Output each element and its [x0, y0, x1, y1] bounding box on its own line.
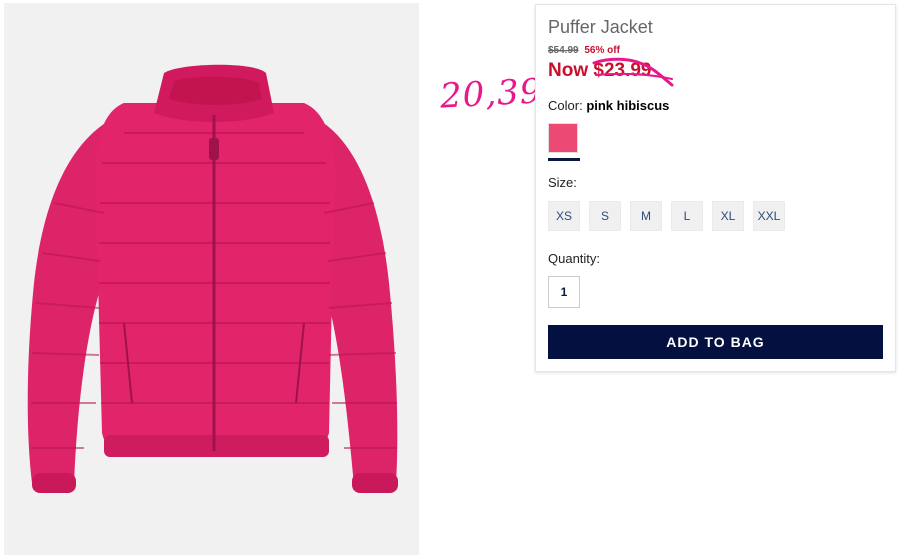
size-button-s[interactable]: S [589, 201, 621, 231]
size-selector: XS S M L XL XXL [548, 201, 785, 231]
sale-price: Now $23.99 [548, 60, 652, 81]
product-title: Puffer Jacket [548, 17, 653, 37]
size-button-xxl[interactable]: XXL [753, 201, 785, 231]
puffer-jacket-illustration [27, 64, 398, 493]
product-image [4, 3, 419, 555]
product-details-panel: Puffer Jacket $54.99 56% off Now $23.99 … [535, 4, 896, 372]
price-line: $54.99 56% off [548, 45, 620, 56]
size-label: Size: [548, 175, 577, 190]
discount-badge: 56% off [584, 45, 620, 56]
size-button-m[interactable]: M [630, 201, 662, 231]
selected-swatch-indicator [548, 158, 580, 161]
add-to-bag-button[interactable]: ADD TO BAG [548, 325, 883, 359]
quantity-input[interactable]: 1 [548, 276, 580, 308]
product-page: 20,39 Puffer Jacket $54.99 56% off Now $… [0, 0, 901, 557]
handwritten-price-annotation: 20,39 [439, 71, 544, 117]
quantity-label: Quantity: [548, 251, 601, 266]
size-button-xs[interactable]: XS [548, 201, 580, 231]
color-swatch-pink-hibiscus[interactable] [548, 123, 578, 153]
color-value: pink hibiscus [586, 98, 670, 113]
size-button-xl[interactable]: XL [712, 201, 744, 231]
color-label: Color: [548, 98, 583, 113]
color-row: Color: pink hibiscus [548, 98, 669, 113]
size-button-l[interactable]: L [671, 201, 703, 231]
original-price: $54.99 [548, 45, 579, 56]
